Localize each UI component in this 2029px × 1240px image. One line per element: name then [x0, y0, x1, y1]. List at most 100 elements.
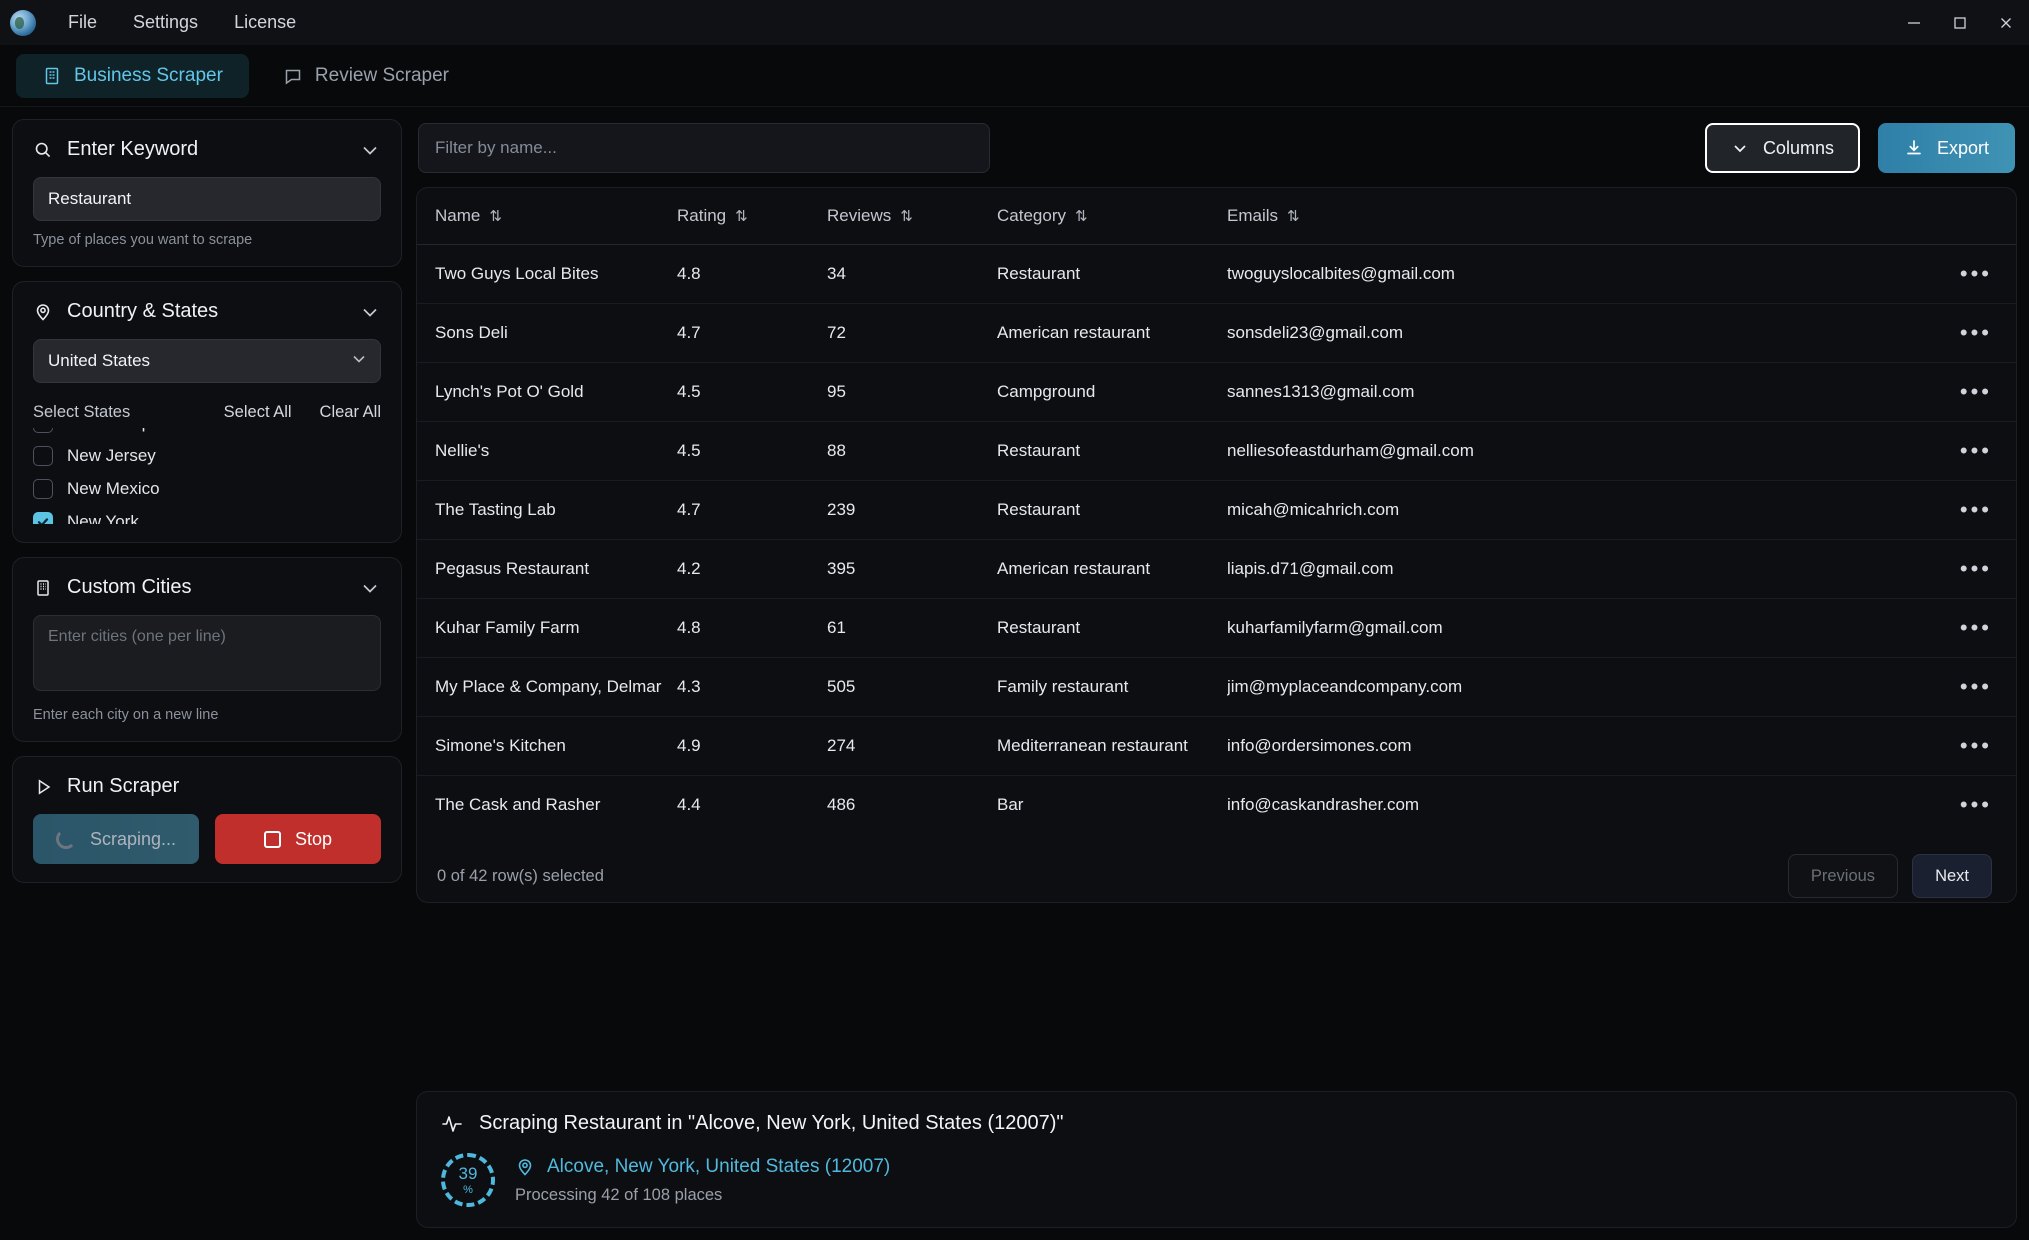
- cell-email: sannes1313@gmail.com: [1227, 363, 1926, 422]
- more-horizontal-icon[interactable]: •••: [1960, 792, 1992, 817]
- table-row[interactable]: The Cask and Rasher 4.4 486 Bar info@cas…: [417, 776, 2016, 835]
- stop-button[interactable]: Stop: [215, 814, 381, 864]
- table-row[interactable]: Lynch's Pot O' Gold 4.5 95 Campground sa…: [417, 363, 2016, 422]
- menu-license[interactable]: License: [216, 6, 314, 39]
- tab-business-scraper[interactable]: Business Scraper: [16, 54, 249, 98]
- menu-settings[interactable]: Settings: [115, 6, 216, 39]
- keyword-card: Enter Keyword Type of places you want to…: [12, 119, 402, 267]
- cell-actions[interactable]: •••: [1926, 363, 2016, 422]
- more-horizontal-icon[interactable]: •••: [1960, 615, 1992, 640]
- more-horizontal-icon[interactable]: •••: [1960, 438, 1992, 463]
- next-page-button[interactable]: Next: [1912, 854, 1992, 898]
- cell-actions[interactable]: •••: [1926, 245, 2016, 304]
- state-checkbox[interactable]: [33, 446, 53, 466]
- progress-donut: 39 %: [441, 1153, 495, 1207]
- cell-actions[interactable]: •••: [1926, 658, 2016, 717]
- cell-category: Restaurant: [997, 481, 1227, 540]
- cell-email: kuharfamilyfarm@gmail.com: [1227, 599, 1926, 658]
- column-header-emails[interactable]: Emails ⇅: [1227, 188, 1926, 245]
- sort-icon[interactable]: ⇅: [900, 207, 913, 225]
- select-states-label: Select States: [33, 403, 130, 422]
- column-header-reviews[interactable]: Reviews⇅: [827, 188, 997, 245]
- cell-email: info@ordersimones.com: [1227, 717, 1926, 776]
- table-row[interactable]: Pegasus Restaurant 4.2 395 American rest…: [417, 540, 2016, 599]
- columns-button[interactable]: Columns: [1705, 123, 1860, 173]
- sort-icon[interactable]: ⇅: [735, 207, 748, 225]
- scraping-button[interactable]: Scraping...: [33, 814, 199, 864]
- column-header-category[interactable]: Category ⇅: [997, 188, 1227, 245]
- cell-actions[interactable]: •••: [1926, 481, 2016, 540]
- state-item[interactable]: New Jersey: [33, 439, 381, 472]
- more-horizontal-icon[interactable]: •••: [1960, 379, 1992, 404]
- column-header-name[interactable]: Name⇅: [417, 188, 677, 245]
- chevron-down-icon[interactable]: [359, 139, 381, 161]
- sort-icon[interactable]: ⇅: [1287, 207, 1300, 225]
- cities-textarea[interactable]: [33, 615, 381, 691]
- close-button[interactable]: [1983, 0, 2029, 45]
- table-row[interactable]: Sons Deli 4.7 72 American restaurant son…: [417, 304, 2016, 363]
- keyword-card-header[interactable]: Enter Keyword: [33, 138, 381, 161]
- chevron-down-icon[interactable]: [359, 577, 381, 599]
- menu-file[interactable]: File: [50, 6, 115, 39]
- chevron-down-icon[interactable]: [359, 301, 381, 323]
- cell-actions[interactable]: •••: [1926, 304, 2016, 363]
- maximize-button[interactable]: [1937, 0, 1983, 45]
- cell-actions[interactable]: •••: [1926, 776, 2016, 835]
- status-location-text: Alcove, New York, United States (12007): [547, 1156, 890, 1178]
- sort-icon[interactable]: ⇅: [489, 207, 502, 225]
- state-item[interactable]: New York: [33, 505, 381, 524]
- maximize-icon: [1952, 15, 1968, 31]
- content-area: Columns Export Name⇅: [416, 119, 2017, 1228]
- table-row[interactable]: The Tasting Lab 4.7 239 Restaurant micah…: [417, 481, 2016, 540]
- column-header-rating[interactable]: Rating⇅: [677, 188, 827, 245]
- state-checkbox[interactable]: [33, 428, 53, 433]
- cities-card-header[interactable]: Custom Cities: [33, 576, 381, 599]
- table-row[interactable]: Two Guys Local Bites 4.8 34 Restaurant t…: [417, 245, 2016, 304]
- keyword-input[interactable]: [33, 177, 381, 221]
- states-list[interactable]: New Hampshire New Jersey New Mexico: [33, 428, 381, 524]
- more-horizontal-icon[interactable]: •••: [1960, 556, 1992, 581]
- state-checkbox[interactable]: [33, 479, 53, 499]
- more-horizontal-icon[interactable]: •••: [1960, 497, 1992, 522]
- status-text-block: Alcove, New York, United States (12007) …: [515, 1156, 890, 1205]
- cell-actions[interactable]: •••: [1926, 540, 2016, 599]
- cell-actions[interactable]: •••: [1926, 599, 2016, 658]
- more-horizontal-icon[interactable]: •••: [1960, 261, 1992, 286]
- country-select[interactable]: [33, 339, 381, 383]
- country-card-header[interactable]: Country & States: [33, 300, 381, 323]
- state-item[interactable]: New Hampshire: [33, 428, 381, 439]
- table-header-row: Name⇅ Rating⇅ Reviews⇅ Category ⇅ Emails ⇅: [417, 188, 2016, 245]
- sort-icon[interactable]: ⇅: [1075, 207, 1088, 225]
- export-button[interactable]: Export: [1878, 123, 2015, 173]
- selection-count: 0 of 42 row(s) selected: [437, 867, 604, 886]
- cell-category: Restaurant: [997, 599, 1227, 658]
- table-row[interactable]: Simone's Kitchen 4.9 274 Mediterranean r…: [417, 717, 2016, 776]
- cell-actions[interactable]: •••: [1926, 717, 2016, 776]
- cell-name: Lynch's Pot O' Gold: [417, 363, 677, 422]
- custom-cities-card: Custom Cities Enter each city on a new l…: [12, 557, 402, 742]
- minimize-button[interactable]: [1891, 0, 1937, 45]
- main-layout: Enter Keyword Type of places you want to…: [0, 107, 2029, 1240]
- progress-unit: %: [463, 1185, 473, 1196]
- column-label: Emails: [1227, 206, 1278, 226]
- cell-rating: 4.2: [677, 540, 827, 599]
- cell-actions[interactable]: •••: [1926, 422, 2016, 481]
- more-horizontal-icon[interactable]: •••: [1960, 674, 1992, 699]
- table-row[interactable]: Kuhar Family Farm 4.8 61 Restaurant kuha…: [417, 599, 2016, 658]
- state-checkbox-checked[interactable]: [33, 512, 53, 525]
- cell-reviews: 72: [827, 304, 997, 363]
- cell-reviews: 395: [827, 540, 997, 599]
- tab-review-scraper[interactable]: Review Scraper: [257, 54, 475, 98]
- status-location-row: Alcove, New York, United States (12007): [515, 1156, 890, 1178]
- column-label: Category: [997, 206, 1066, 226]
- clear-all-button[interactable]: Clear All: [320, 403, 381, 422]
- cell-reviews: 239: [827, 481, 997, 540]
- previous-page-button[interactable]: Previous: [1788, 854, 1898, 898]
- table-row[interactable]: My Place & Company, Delmar 4.3 505 Famil…: [417, 658, 2016, 717]
- select-all-button[interactable]: Select All: [224, 403, 292, 422]
- table-row[interactable]: Nellie's 4.5 88 Restaurant nelliesofeast…: [417, 422, 2016, 481]
- more-horizontal-icon[interactable]: •••: [1960, 733, 1992, 758]
- more-horizontal-icon[interactable]: •••: [1960, 320, 1992, 345]
- state-item[interactable]: New Mexico: [33, 472, 381, 505]
- filter-input[interactable]: [418, 123, 990, 173]
